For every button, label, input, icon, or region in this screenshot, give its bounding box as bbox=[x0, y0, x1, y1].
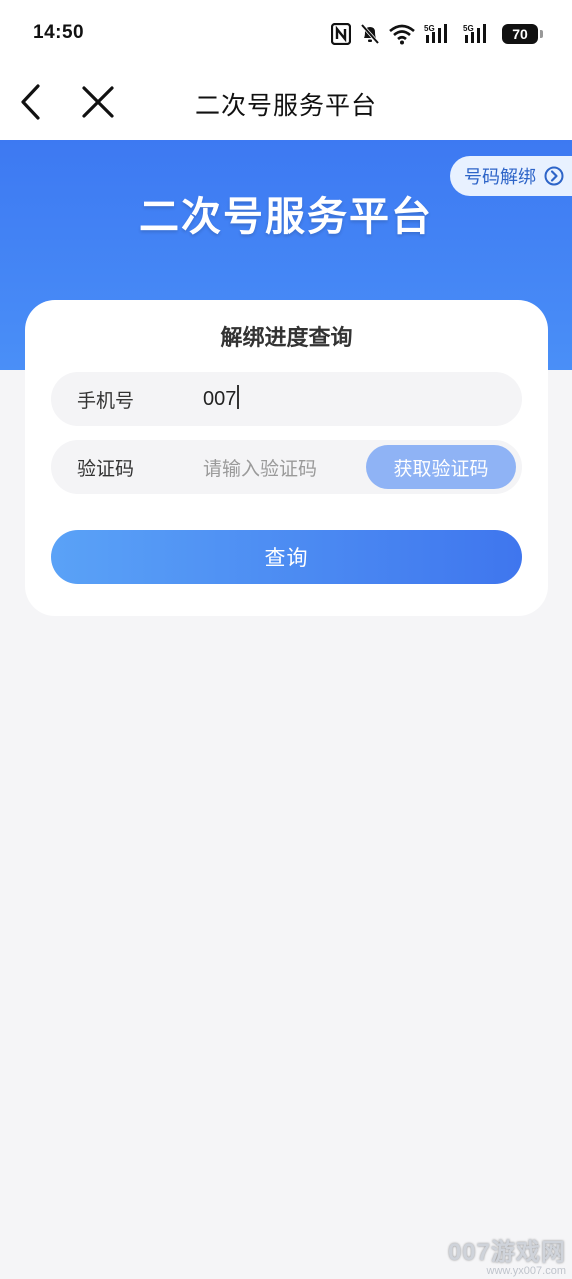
watermark-main: 007游戏网 bbox=[447, 1239, 566, 1266]
phone-value: 007 bbox=[203, 388, 237, 410]
code-field[interactable]: 验证码 请输入验证码 获取验证码 bbox=[51, 440, 522, 494]
query-button[interactable]: 查询 bbox=[51, 530, 522, 584]
phone-input[interactable]: 007 bbox=[203, 385, 240, 411]
text-caret bbox=[237, 385, 240, 409]
phone-field[interactable]: 手机号 007 bbox=[51, 372, 522, 426]
chevron-right-circle-icon bbox=[544, 166, 564, 186]
get-code-button[interactable]: 获取验证码 bbox=[366, 445, 516, 489]
page-title: 二次号服务平台 bbox=[194, 91, 377, 120]
card-title: 解绑进度查询 bbox=[220, 326, 353, 351]
status-time: 14:50 bbox=[33, 22, 85, 43]
bell-muted-icon bbox=[360, 23, 380, 45]
nfc-icon bbox=[331, 23, 351, 45]
number-unbind-button[interactable]: 号码解绑 bbox=[450, 156, 572, 196]
nav-bar: 二次号服务平台 bbox=[0, 66, 572, 140]
svg-text:5G: 5G bbox=[424, 24, 435, 33]
battery-icon: 70 bbox=[502, 24, 543, 44]
watermark: 007游戏网 www.yx007.com bbox=[448, 1232, 566, 1277]
code-label: 验证码 bbox=[77, 458, 135, 480]
code-input[interactable]: 请输入验证码 bbox=[203, 454, 317, 481]
signal-5g-icon: 5G bbox=[424, 23, 454, 45]
status-icons: 5G 5G 70 bbox=[331, 20, 543, 48]
unbind-label: 号码解绑 bbox=[464, 167, 536, 188]
signal-5g-icon: 5G bbox=[463, 23, 493, 45]
phone-label: 手机号 bbox=[77, 390, 135, 412]
wifi-icon bbox=[389, 23, 415, 45]
query-card: 解绑进度查询 手机号 007 验证码 请输入验证码 获取验证码 查询 bbox=[25, 300, 548, 616]
battery-level: 70 bbox=[512, 26, 528, 42]
svg-text:5G: 5G bbox=[463, 24, 474, 33]
status-bar: 14:50 5G 5G 70 bbox=[0, 0, 572, 66]
